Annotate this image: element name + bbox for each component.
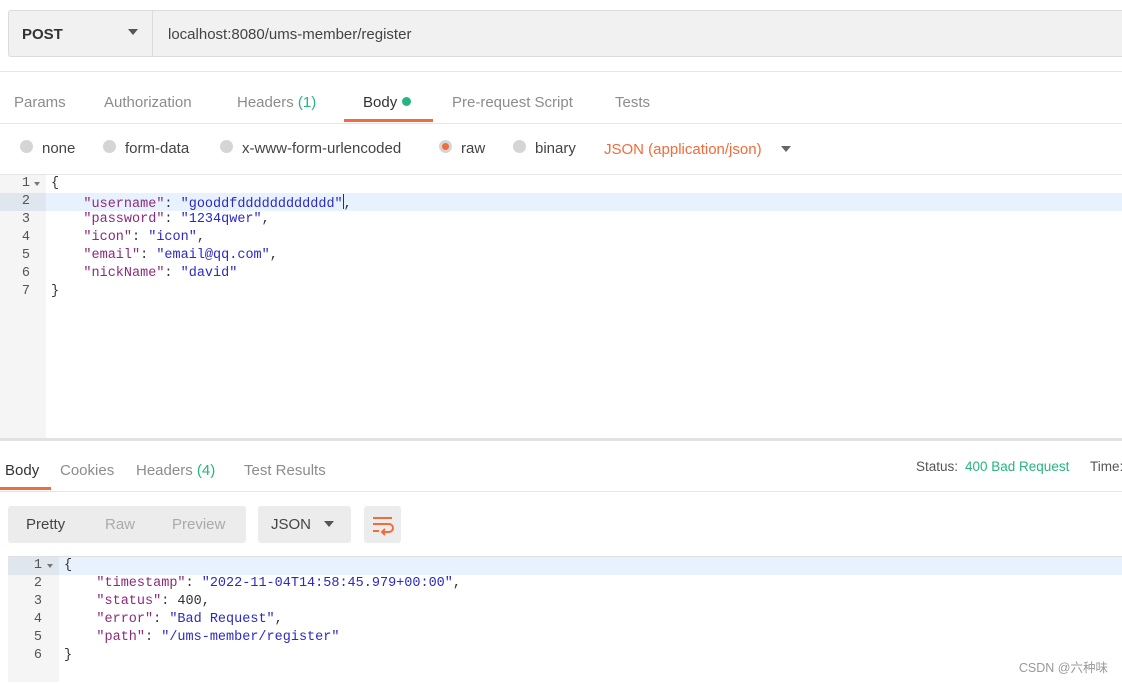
radio-raw[interactable]: raw xyxy=(439,140,485,157)
line-number: 5 xyxy=(21,248,30,263)
code-line: "path": "/ums-member/register" xyxy=(96,630,340,645)
divider xyxy=(0,491,1122,492)
line-number: 5 xyxy=(33,630,42,645)
resp-tab-cookies[interactable]: Cookies xyxy=(60,462,114,479)
view-preview-button[interactable]: Preview xyxy=(172,516,225,533)
radio-none[interactable]: none xyxy=(20,140,75,157)
radio-icon xyxy=(220,140,233,153)
active-tab-indicator xyxy=(344,119,433,122)
code-line: "timestamp": "2022-11-04T14:58:45.979+00… xyxy=(96,576,461,591)
line-number: 2 xyxy=(21,194,30,209)
line-number: 3 xyxy=(33,594,42,609)
status-badge: 400 Bad Request xyxy=(965,459,1070,474)
view-raw-button[interactable]: Raw xyxy=(105,516,135,533)
wrap-lines-icon xyxy=(373,517,394,536)
fold-caret-icon[interactable] xyxy=(34,182,40,186)
code-line: } xyxy=(64,648,73,663)
chevron-down-icon[interactable] xyxy=(128,29,138,35)
code-line: "status": 400, xyxy=(96,594,210,609)
format-label: JSON xyxy=(271,516,312,533)
chevron-down-icon[interactable] xyxy=(324,521,334,527)
tab-params[interactable]: Params xyxy=(14,94,66,111)
fold-caret-icon[interactable] xyxy=(47,564,53,568)
tab-authorization[interactable]: Authorization xyxy=(104,94,192,111)
divider xyxy=(0,123,1122,124)
resp-tab-body[interactable]: Body xyxy=(5,462,39,479)
line-number: 2 xyxy=(33,576,42,591)
chevron-down-icon[interactable] xyxy=(781,146,791,152)
line-number: 1 xyxy=(33,558,42,573)
status-label: Status: xyxy=(916,459,959,474)
active-tab-indicator xyxy=(0,487,51,490)
code-line: { xyxy=(64,558,73,573)
radio-selected-icon xyxy=(439,140,452,153)
code-line: "error": "Bad Request", xyxy=(96,612,283,627)
radio-icon xyxy=(513,140,526,153)
code-line[interactable]: "email": "email@qq.com", xyxy=(51,248,277,263)
code-line[interactable]: "password": "1234qwer", xyxy=(51,212,269,227)
line-number: 6 xyxy=(33,648,42,663)
wrap-lines-button[interactable] xyxy=(364,506,401,543)
pane-splitter[interactable] xyxy=(0,438,1122,441)
code-line[interactable]: "nickName": "david" xyxy=(51,266,237,281)
tab-pre-request-script[interactable]: Pre-request Script xyxy=(452,94,573,111)
divider xyxy=(0,71,1122,72)
code-line[interactable]: "username": "gooddfdddddddddddd", xyxy=(51,194,352,212)
active-line-highlight xyxy=(8,557,1122,575)
line-number: 4 xyxy=(21,230,30,245)
divider xyxy=(0,174,1122,175)
time-label: Time: xyxy=(1090,459,1122,474)
method-label: POST xyxy=(22,26,63,43)
view-pretty-button[interactable]: Pretty xyxy=(26,516,65,533)
line-number: 7 xyxy=(21,284,30,299)
line-number: 4 xyxy=(33,612,42,627)
radio-x-www-form-urlencoded[interactable]: x-www-form-urlencoded xyxy=(220,140,401,157)
code-line[interactable]: { xyxy=(51,176,59,191)
modified-dot-icon xyxy=(402,97,412,106)
line-number: 1 xyxy=(21,176,30,191)
resp-tab-test-results[interactable]: Test Results xyxy=(244,462,326,479)
line-number: 6 xyxy=(21,266,30,281)
text-cursor xyxy=(342,194,344,209)
content-type-select[interactable]: JSON (application/json) xyxy=(604,141,762,158)
radio-icon xyxy=(20,140,33,153)
url-text: localhost:8080/ums-member/register xyxy=(168,26,412,43)
line-number: 3 xyxy=(21,212,30,227)
code-line[interactable]: "icon": "icon", xyxy=(51,230,205,245)
code-line[interactable]: } xyxy=(51,284,59,299)
tab-body[interactable]: Body xyxy=(363,94,412,111)
tab-tests[interactable]: Tests xyxy=(615,94,650,111)
radio-icon xyxy=(103,140,116,153)
tab-headers[interactable]: Headers (1) xyxy=(237,94,316,111)
resp-tab-headers[interactable]: Headers (4) xyxy=(136,462,215,479)
radio-form-data[interactable]: form-data xyxy=(103,140,189,157)
radio-binary[interactable]: binary xyxy=(513,140,576,157)
watermark: CSDN @六种味 xyxy=(1018,661,1108,675)
